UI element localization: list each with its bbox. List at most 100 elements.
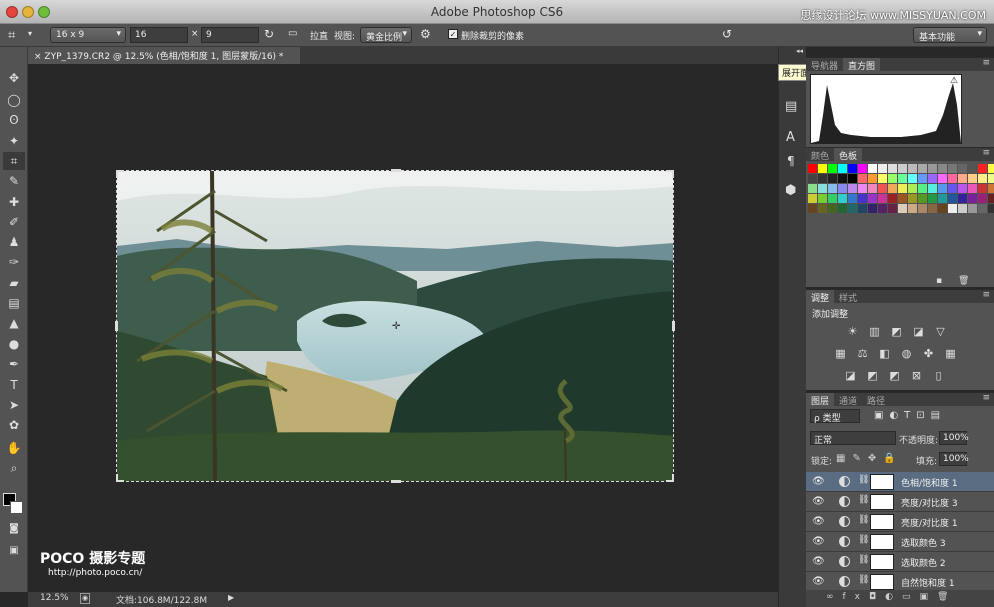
color-swatch[interactable] [858, 204, 867, 213]
layer-mask-thumbnail[interactable] [870, 474, 894, 490]
color-swatch[interactable] [828, 194, 837, 203]
blend-mode-select[interactable]: 正常 [810, 431, 896, 446]
color-swatch[interactable] [868, 204, 877, 213]
document-image[interactable]: ✛ [116, 170, 674, 482]
color-swatch[interactable] [848, 194, 857, 203]
crop-handle-right[interactable] [672, 321, 675, 331]
layer-row[interactable]: 👁 ⛓ 选取颜色 2 [806, 552, 994, 572]
eyedropper-tool-icon[interactable]: ✎ [3, 172, 25, 190]
lasso-tool-icon[interactable]: ʘ [3, 111, 25, 129]
color-swatch[interactable] [878, 164, 887, 173]
link-icon[interactable]: ⛓ [858, 515, 869, 525]
screen-mode-icon[interactable]: ▣ [3, 541, 25, 559]
photo-filter-icon[interactable]: ◍ [900, 347, 913, 360]
color-swatch[interactable] [968, 204, 977, 213]
pen-tool-icon[interactable]: ✒ [3, 355, 25, 373]
layer-row[interactable]: 👁 ⛓ 亮度/对比度 1 [806, 512, 994, 532]
crop-handle-bottom-right[interactable] [666, 474, 674, 482]
background-color-swatch[interactable] [10, 501, 23, 514]
color-swatch[interactable] [808, 164, 817, 173]
color-swatch[interactable] [938, 184, 947, 193]
color-swatch[interactable] [808, 194, 817, 203]
color-swatch[interactable] [978, 164, 987, 173]
color-swatch[interactable] [968, 184, 977, 193]
color-swatch[interactable] [958, 184, 967, 193]
delete-cropped-checkbox[interactable]: ✓ [448, 29, 458, 39]
color-swatch[interactable] [898, 174, 907, 183]
eye-icon[interactable]: 👁 [812, 536, 825, 547]
color-swatch[interactable] [898, 164, 907, 173]
color-swatch[interactable] [878, 184, 887, 193]
crop-width-input[interactable]: 16 [130, 27, 188, 43]
quick-mask-icon[interactable]: ◙ [3, 519, 25, 537]
invert-icon[interactable]: ◪ [844, 369, 857, 382]
color-swatch[interactable] [858, 174, 867, 183]
color-swatch[interactable] [828, 164, 837, 173]
color-swatch[interactable] [968, 164, 977, 173]
color-swatch[interactable] [918, 174, 927, 183]
color-swatch[interactable] [928, 194, 937, 203]
tab-navigator[interactable]: 导航器 [806, 58, 843, 72]
crop-handle-left[interactable] [115, 321, 118, 331]
color-swatch[interactable] [918, 194, 927, 203]
color-swatch[interactable] [848, 204, 857, 213]
color-swatch[interactable] [908, 174, 917, 183]
crop-handle-bottom-left[interactable] [116, 474, 124, 482]
healing-brush-tool-icon[interactable]: ✚ [3, 193, 25, 211]
color-swatch[interactable] [868, 174, 877, 183]
straighten-label[interactable]: 拉直 [310, 29, 328, 42]
color-swatch[interactable] [818, 164, 827, 173]
zoom-level[interactable]: 12.5% [40, 593, 69, 603]
color-swatch[interactable] [818, 204, 827, 213]
color-swatch[interactable] [958, 164, 967, 173]
color-swatch[interactable] [938, 204, 947, 213]
fill-input[interactable]: 100% [939, 452, 969, 466]
color-swatch[interactable] [818, 194, 827, 203]
new-swatch-icon[interactable]: ▪ [936, 276, 942, 286]
gradient-tool-icon[interactable]: ▤ [3, 294, 25, 312]
levels-icon[interactable]: ▥ [868, 325, 881, 338]
paragraph-panel-icon[interactable]: ¶ [787, 154, 795, 168]
layer-row[interactable]: 👁 ⛓ 亮度/对比度 3 [806, 492, 994, 512]
crop-handle-bottom[interactable] [391, 480, 401, 483]
layer-filter-select[interactable]: ρ 类型 [810, 409, 860, 424]
color-swatch[interactable] [828, 184, 837, 193]
swap-icon[interactable]: ↻ [264, 27, 274, 41]
layer-row[interactable]: 👁 ⛓ 选取颜色 3 [806, 532, 994, 552]
eye-icon[interactable]: 👁 [812, 556, 825, 567]
zoom-tool-icon[interactable]: ⌕ [3, 459, 25, 477]
layer-mask-thumbnail[interactable] [870, 494, 894, 510]
clone-stamp-tool-icon[interactable]: ♟ [3, 233, 25, 251]
link-icon[interactable]: ⛓ [858, 475, 869, 485]
color-swatch[interactable] [838, 204, 847, 213]
color-swatch[interactable] [928, 164, 937, 173]
color-swatch[interactable] [908, 194, 917, 203]
color-swatch[interactable] [868, 184, 877, 193]
gear-icon[interactable]: ⚙ [420, 27, 431, 41]
color-swatch[interactable] [958, 204, 967, 213]
layer-mask-thumbnail[interactable] [870, 514, 894, 530]
tab-styles[interactable]: 样式 [834, 290, 862, 304]
color-swatch[interactable] [848, 164, 857, 173]
layer-mask-thumbnail[interactable] [870, 534, 894, 550]
vibrance-icon[interactable]: ▽ [934, 325, 947, 338]
crop-tool-icon-active[interactable]: ⌗ [3, 152, 25, 170]
tool-presets-icon[interactable]: ▤ [785, 99, 797, 114]
expand-panels-arrow-icon[interactable]: ◂◂ [779, 47, 806, 57]
color-swatch[interactable] [838, 184, 847, 193]
document-info-icon[interactable]: ◉ [80, 593, 90, 604]
color-swatch[interactable] [868, 164, 877, 173]
color-swatch[interactable] [898, 194, 907, 203]
path-selection-tool-icon[interactable]: ➤ [3, 396, 25, 414]
color-swatch[interactable] [848, 174, 857, 183]
color-swatch[interactable] [838, 164, 847, 173]
opacity-input[interactable]: 100% [939, 431, 969, 445]
color-swatch[interactable] [978, 174, 987, 183]
color-swatch[interactable] [938, 164, 947, 173]
color-swatch[interactable] [908, 164, 917, 173]
color-swatch[interactable] [898, 204, 907, 213]
link-icon[interactable]: ⛓ [858, 575, 869, 585]
color-swatch[interactable] [858, 164, 867, 173]
blur-tool-icon[interactable]: ▲ [3, 314, 25, 332]
reset-icon[interactable]: ↺ [722, 27, 732, 41]
